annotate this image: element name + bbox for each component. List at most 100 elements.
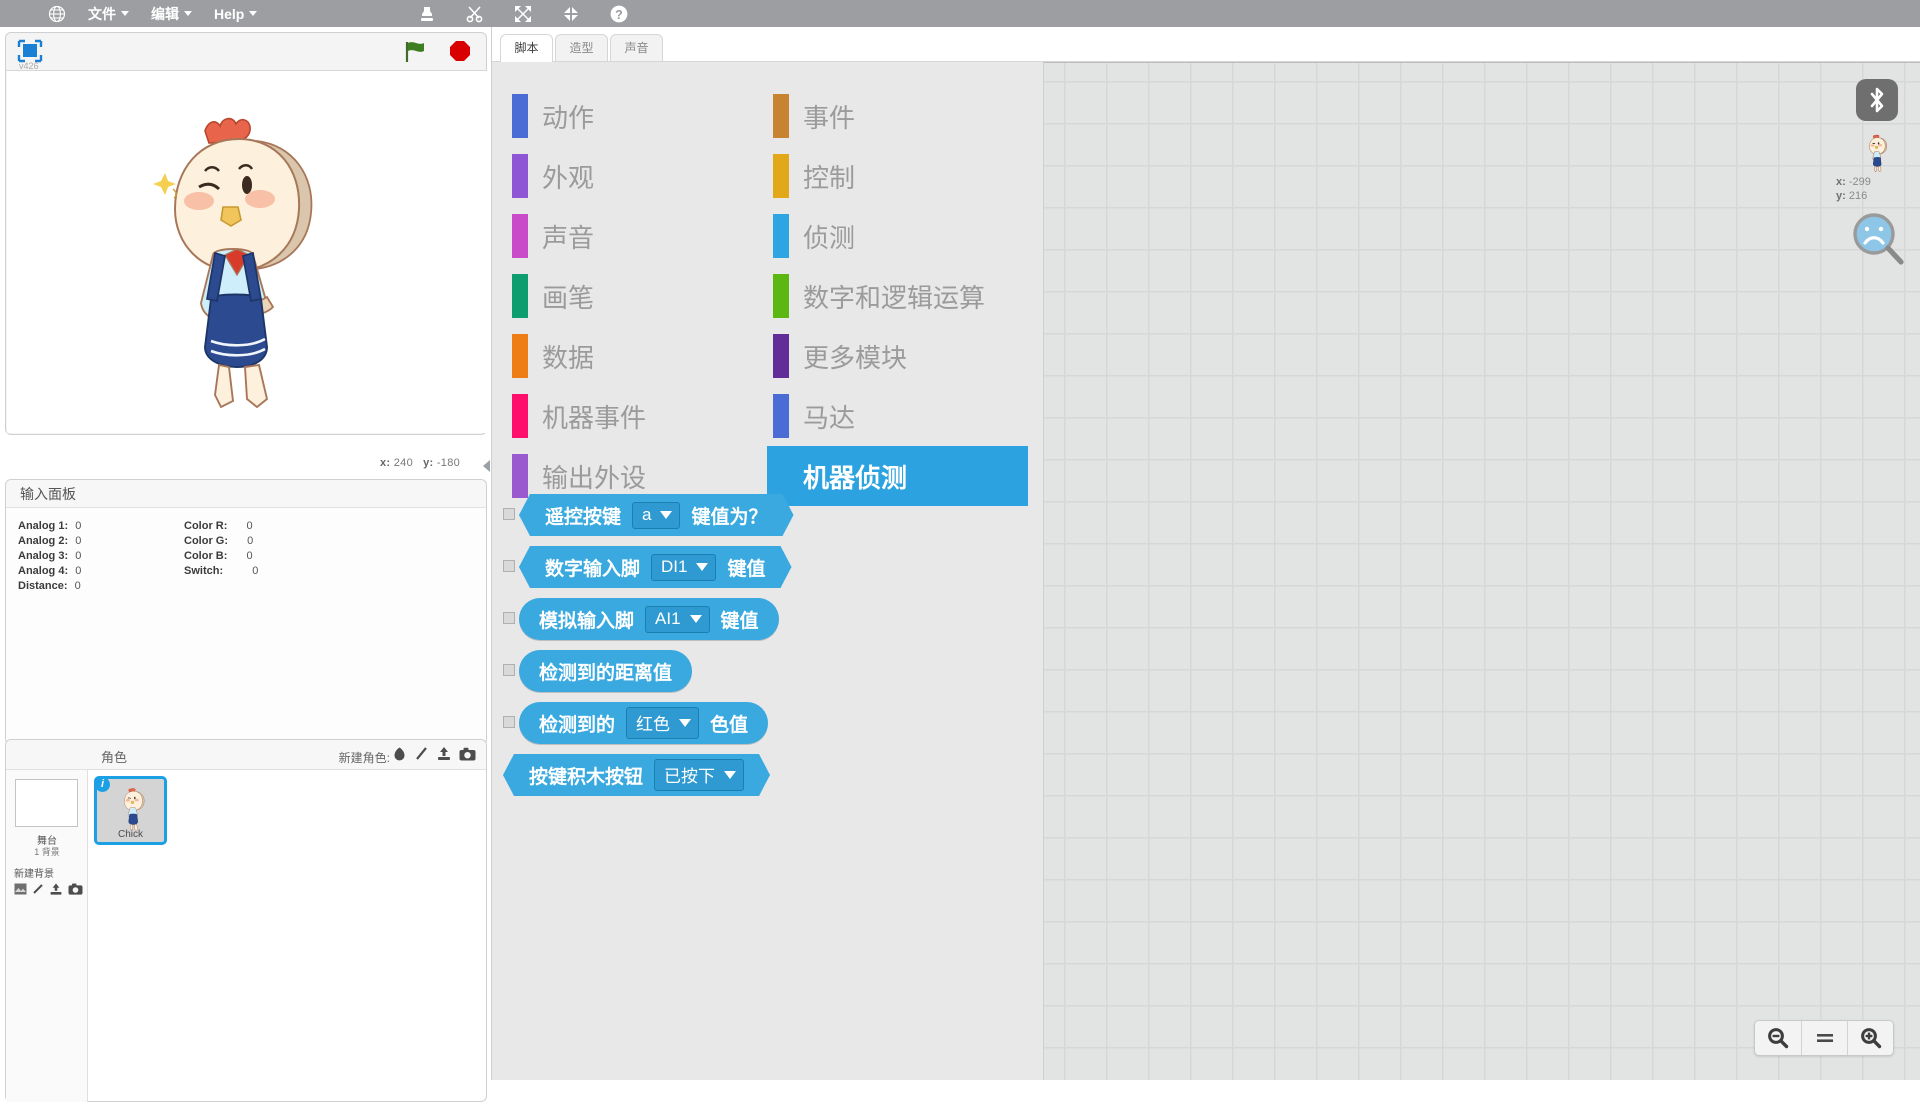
camera-sprite-icon[interactable] — [459, 747, 476, 766]
zoom-controls — [1754, 1020, 1894, 1056]
chick-sprite[interactable] — [127, 103, 342, 418]
tab-bar: 脚本 造型 声音 — [492, 27, 1920, 62]
stage-canvas[interactable] — [7, 71, 487, 433]
input-row-color-r: Color R: 0 — [184, 520, 253, 532]
input-row-distance: Distance: 0 — [18, 580, 81, 592]
category-swatch — [773, 94, 789, 138]
block-text: 检测到的距离值 — [539, 662, 673, 684]
stage-select-icon[interactable] — [17, 39, 43, 63]
block-checkbox[interactable] — [503, 560, 515, 572]
detected-color-value-block[interactable]: 检测到的 红色 色值 — [519, 702, 769, 744]
stamp-icon[interactable] — [417, 4, 437, 24]
block-checkbox[interactable] — [503, 716, 515, 728]
block-dropdown[interactable]: a — [632, 502, 680, 529]
detected-distance-block[interactable]: 检测到的距离值 — [519, 650, 693, 692]
mini-sprite-thumbnail[interactable] — [1856, 133, 1898, 178]
shrink-icon[interactable] — [561, 4, 581, 24]
input-value: 0 — [252, 565, 259, 577]
paint-sprite-icon[interactable] — [414, 746, 429, 766]
input-value: 0 — [75, 535, 82, 547]
block-checkbox[interactable] — [503, 664, 515, 676]
block-dropdown[interactable]: 已按下 — [654, 759, 744, 791]
library-sprite-icon[interactable] — [392, 746, 407, 766]
camera-backdrop-icon[interactable] — [68, 882, 83, 900]
grow-icon[interactable] — [513, 4, 533, 24]
menu-item-file[interactable]: 文件 — [88, 4, 129, 24]
block-dropdown-value: a — [642, 504, 652, 524]
tab-scripts[interactable]: 脚本 — [500, 34, 553, 62]
category-sound[interactable]: 声音 — [506, 206, 767, 266]
sprite-list: i Chick — [88, 770, 486, 1101]
category-pen[interactable]: 画笔 — [506, 266, 767, 326]
input-label: Color B: — [184, 550, 228, 562]
input-panel: 输入面板 Analog 1: 0 Analog 2: 0 Analog 3: 0… — [5, 479, 487, 745]
script-canvas-inner[interactable] — [1046, 65, 1916, 1074]
stage-selector-column: 舞台 1 背景 新建背景 — [6, 770, 88, 1102]
stage-thumbnail[interactable] — [15, 779, 78, 827]
tab-sounds[interactable]: 声音 — [610, 34, 663, 61]
category-robot-events[interactable]: 机器事件 — [506, 386, 767, 446]
library-backdrop-icon[interactable] — [14, 882, 27, 900]
category-sensing[interactable]: 侦测 — [767, 206, 1028, 266]
remote-key-value-block[interactable]: 遥控按键 a 键值为？ — [519, 494, 794, 536]
stage-collapse-arrow-icon[interactable] — [483, 460, 490, 472]
block-dropdown[interactable]: AI1 — [645, 605, 710, 633]
chevron-down-icon — [249, 11, 258, 16]
magnifier-sad-icon[interactable] — [1850, 211, 1906, 272]
menu-item-edit[interactable]: 编辑 — [151, 4, 192, 24]
analog-input-pin-block[interactable]: 模拟输入脚 AI1 键值 — [519, 598, 779, 640]
new-backdrop-label: 新建背景 — [14, 869, 54, 880]
digital-input-pin-block[interactable]: 数字输入脚 DI1 键值 — [519, 546, 792, 588]
globe-icon[interactable] — [48, 5, 66, 23]
upload-backdrop-icon[interactable] — [49, 882, 63, 900]
sprite-panel-header: 角色 新建角色: — [6, 740, 486, 770]
block-dropdown[interactable]: DI1 — [651, 554, 716, 581]
block-checkbox[interactable] — [503, 612, 515, 624]
script-canvas[interactable]: x: -299 y: 216 — [1044, 62, 1920, 1080]
zoom-out-icon[interactable] — [1755, 1021, 1801, 1055]
button-brick-block[interactable]: 按键积木按钮 已按下 — [503, 754, 770, 796]
chevron-down-icon — [679, 718, 692, 727]
zoom-reset-icon[interactable] — [1801, 1021, 1847, 1055]
scissors-icon[interactable] — [465, 4, 485, 24]
zoom-in-icon[interactable] — [1847, 1021, 1893, 1055]
tab-costumes[interactable]: 造型 — [555, 34, 608, 61]
bluetooth-icon[interactable] — [1856, 79, 1898, 121]
block-palette: 动作 事件 外观 控制 声音 侦测 画笔 数字和逻辑运算 数据 更多模块 机器事… — [492, 62, 1044, 1080]
category-swatch — [512, 154, 528, 198]
green-flag-icon[interactable] — [404, 41, 428, 68]
category-looks[interactable]: 外观 — [506, 146, 767, 206]
category-events[interactable]: 事件 — [767, 86, 1028, 146]
category-motion[interactable]: 动作 — [506, 86, 767, 146]
category-control[interactable]: 控制 — [767, 146, 1028, 206]
category-label: 马达 — [803, 402, 856, 433]
menu-item-edit-label: 编辑 — [151, 5, 179, 22]
block-text: 模拟输入脚 — [539, 610, 635, 632]
category-label: 画笔 — [542, 282, 595, 313]
block-checkbox[interactable] — [503, 508, 515, 520]
stop-sign-icon[interactable] — [450, 41, 470, 61]
sprite-card-chick[interactable]: i Chick — [94, 776, 167, 845]
sprite-thumbnail-icon — [124, 788, 145, 831]
input-panel-title: 输入面板 — [6, 480, 486, 508]
menu-item-help[interactable]: Help — [214, 5, 258, 22]
block-dropdown[interactable]: 红色 — [626, 707, 700, 739]
sprite-info-icon[interactable]: i — [95, 777, 110, 792]
chevron-down-icon — [689, 614, 702, 623]
mini-y-row: y: 216 — [1836, 189, 1908, 203]
category-more-blocks[interactable]: 更多模块 — [767, 326, 1028, 386]
input-label: Analog 3: — [18, 550, 69, 562]
block-dropdown-value: 已按下 — [664, 767, 716, 786]
category-operators[interactable]: 数字和逻辑运算 — [767, 266, 1028, 326]
paint-backdrop-icon[interactable] — [32, 882, 44, 900]
input-label: Analog 1: — [18, 520, 69, 532]
category-motor[interactable]: 马达 — [767, 386, 1028, 446]
upload-sprite-icon[interactable] — [436, 746, 452, 766]
category-data[interactable]: 数据 — [506, 326, 767, 386]
category-swatch — [773, 394, 789, 438]
menu-item-file-label: 文件 — [88, 5, 116, 22]
toolbar-icons: ? — [417, 4, 629, 24]
stage-coordinates: x: 240 y: -180 — [380, 457, 460, 469]
question-icon[interactable]: ? — [609, 4, 629, 24]
menu-item-help-label: Help — [214, 5, 245, 22]
